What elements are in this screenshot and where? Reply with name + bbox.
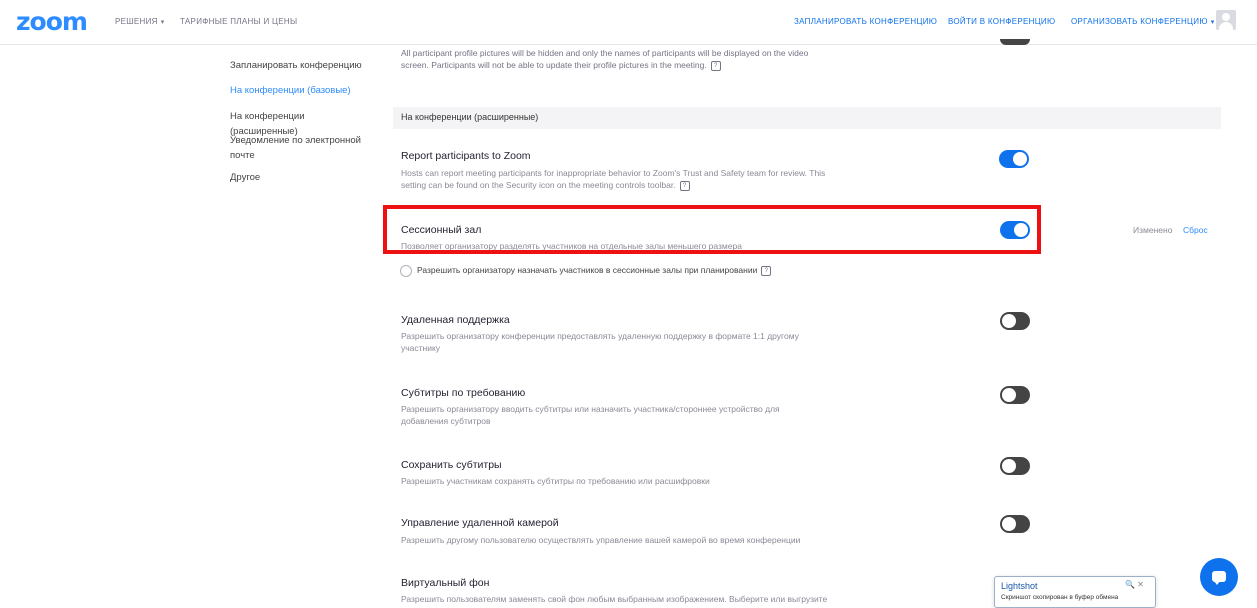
top-navigation-bar: zoom РЕШЕНИЯ ▾ ТАРИФНЫЕ ПЛАНЫ И ЦЕНЫ ЗАПЛ…	[0, 0, 1257, 45]
setting-description-line: участнику	[401, 343, 441, 353]
chevron-down-icon: ▾	[1210, 19, 1215, 26]
setting-description: Разрешить организатору конференции предо…	[401, 330, 861, 354]
setting-description: Разрешить участникам сохранять субтитры …	[401, 475, 861, 487]
lightshot-title: Lightshot	[1001, 581, 1038, 591]
lightshot-notification[interactable]: Lightshot 🔍 ✕ Скриншот скопирован в буфе…	[994, 576, 1156, 608]
camera-control-toggle[interactable]	[1000, 515, 1030, 533]
toggle-switch-partial[interactable]	[1000, 39, 1030, 45]
chat-support-button[interactable]	[1200, 558, 1238, 596]
setting-description-line: All participant profile pictures will be…	[401, 48, 809, 58]
nav-schedule-meeting-link[interactable]: ЗАПЛАНИРОВАТЬ КОНФЕРЕНЦИЮ	[794, 17, 937, 26]
setting-description: Разрешить организатору вводить субтитры …	[401, 403, 861, 427]
setting-description-line: Hosts can report meeting participants fo…	[401, 168, 826, 178]
closed-captions-toggle[interactable]	[1000, 386, 1030, 404]
nav-pricing-link[interactable]: ТАРИФНЫЕ ПЛАНЫ И ЦЕНЫ	[180, 17, 297, 26]
setting-title: Субтитры по требованию	[401, 387, 526, 399]
lightshot-subtitle: Скриншот скопирован в буфер обмена	[1001, 594, 1119, 601]
chat-bubble-tail	[1214, 581, 1220, 585]
chevron-down-icon: ▾	[160, 19, 165, 26]
lightshot-icons[interactable]: 🔍 ✕	[1125, 580, 1144, 589]
setting-title: Виртуальный фон	[401, 577, 490, 589]
checkbox-label: Разрешить организатору назначать участни…	[417, 265, 772, 276]
info-icon[interactable]: ?	[761, 265, 772, 276]
sidebar-item-email-notification[interactable]: Уведомление по электронной почте	[230, 133, 370, 163]
sidebar-item-in-meeting-basic[interactable]: На конференции (базовые)	[230, 83, 370, 98]
setting-description-line: Разрешить другому пользователю осуществл…	[401, 535, 801, 545]
zoom-logo[interactable]: zoom	[16, 7, 88, 36]
setting-description-line: Разрешить участникам сохранять субтитры …	[401, 476, 710, 486]
setting-title: Удаленная поддержка	[401, 314, 510, 326]
info-icon[interactable]: ?	[679, 180, 690, 191]
setting-description: Hosts can report meeting participants fo…	[401, 167, 861, 191]
section-title: На конференции (расширенные)	[401, 112, 539, 122]
setting-description: Разрешить пользователям заменять свой фо…	[401, 593, 861, 605]
setting-description-line: screen. Participants will not be able to…	[401, 59, 721, 71]
checkbox-label-text: Разрешить организатору назначать участни…	[417, 265, 758, 275]
setting-description-text: setting can be found on the Security ico…	[401, 180, 676, 190]
toggle-knob	[1013, 152, 1027, 166]
sidebar-item-schedule[interactable]: Запланировать конференцию	[230, 58, 370, 73]
remote-support-toggle[interactable]	[1000, 312, 1030, 330]
toggle-knob	[1002, 388, 1016, 402]
sidebar-item-other[interactable]: Другое	[230, 170, 370, 185]
setting-description-line: Разрешить организатору конференции предо…	[401, 331, 799, 341]
nav-host-meeting-label: ОРГАНИЗОВАТЬ КОНФЕРЕНЦИЮ	[1071, 17, 1208, 26]
reset-link[interactable]: Сброс	[1183, 225, 1208, 235]
report-participants-toggle[interactable]	[999, 150, 1029, 168]
section-header: На конференции (расширенные)	[393, 107, 1221, 129]
nav-solutions-menu[interactable]: РЕШЕНИЯ ▾	[115, 17, 165, 26]
setting-description: Разрешить другому пользователю осуществл…	[401, 534, 861, 546]
avatar-body-shape	[1219, 22, 1233, 30]
toggle-knob	[1002, 459, 1016, 473]
avatar-head-shape	[1222, 13, 1230, 21]
nav-solutions-label: РЕШЕНИЯ	[115, 17, 158, 26]
setting-description-line: добавления субтитров	[401, 416, 491, 426]
setting-description-line: Разрешить пользователям заменять свой фо…	[401, 594, 828, 604]
toggle-knob	[1002, 314, 1016, 328]
toggle-knob	[1002, 517, 1016, 531]
nav-host-meeting-menu[interactable]: ОРГАНИЗОВАТЬ КОНФЕРЕНЦИЮ ▾	[1071, 17, 1215, 26]
setting-title: Report participants to Zoom	[401, 150, 531, 162]
breakout-prescheduling-checkbox[interactable]	[400, 265, 412, 277]
nav-join-meeting-link[interactable]: ВОЙТИ В КОНФЕРЕНЦИЮ	[948, 17, 1055, 26]
setting-description-line: Разрешить организатору вводить субтитры …	[401, 404, 780, 414]
modified-label: Изменено	[1133, 225, 1173, 235]
save-captions-toggle[interactable]	[1000, 457, 1030, 475]
setting-description-text: screen. Participants will not be able to…	[401, 60, 707, 70]
user-avatar[interactable]	[1216, 10, 1236, 30]
setting-title: Сохранить субтитры	[401, 459, 502, 471]
setting-title: Управление удаленной камерой	[401, 517, 559, 529]
info-icon[interactable]: ?	[710, 60, 721, 71]
highlight-annotation-box	[383, 205, 1041, 254]
setting-description-line: setting can be found on the Security ico…	[401, 179, 861, 191]
